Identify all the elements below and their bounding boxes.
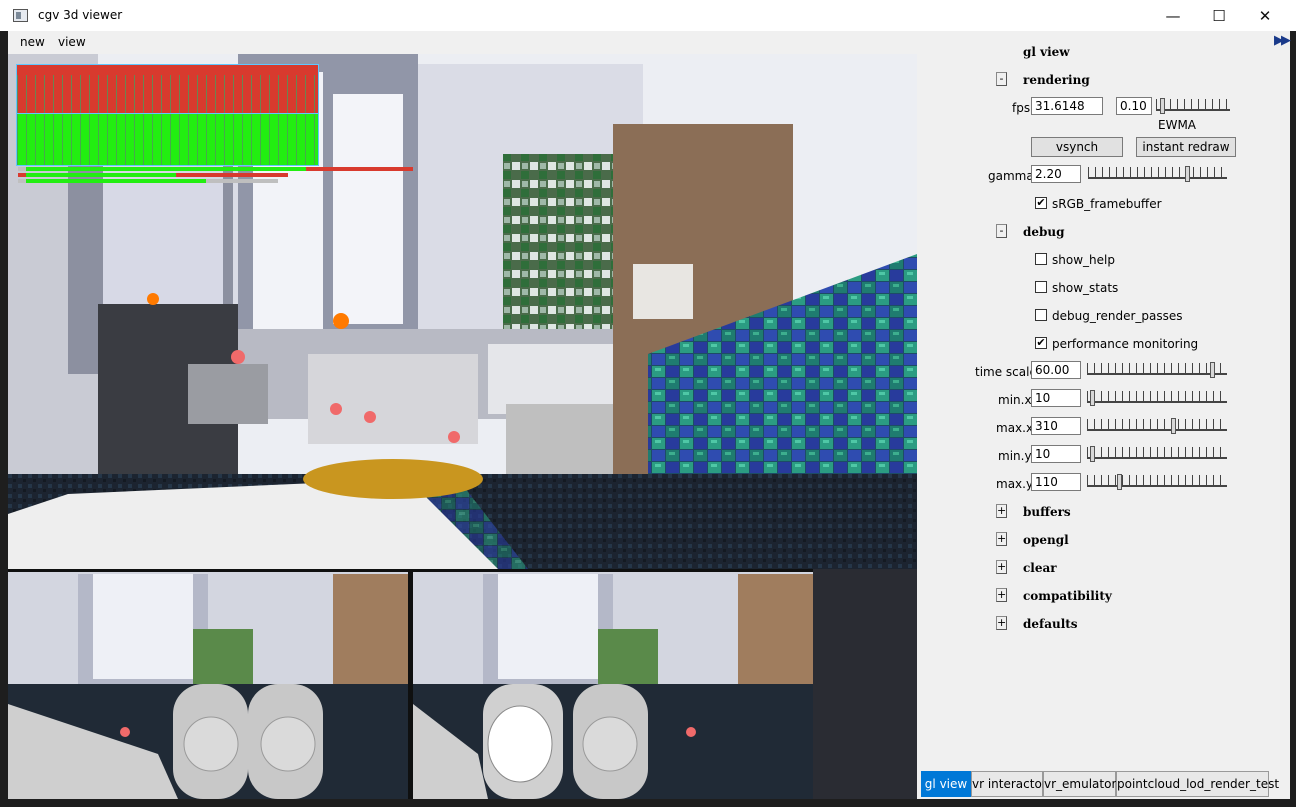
menu-bar: new view [8, 31, 1290, 54]
gl-viewport[interactable] [8, 54, 917, 799]
show-help-label: show_help [1052, 253, 1115, 267]
fps-label: fps [1012, 101, 1031, 115]
tab-pointcloud-lod-render-test[interactable]: pointcloud_lod_render_test [1116, 771, 1279, 797]
min-x-field[interactable]: 10 [1031, 389, 1081, 407]
rendering-collapse-toggle[interactable]: - [996, 72, 1007, 86]
perf-bar-3-green [26, 179, 206, 183]
defaults-group-label: defaults [1023, 617, 1078, 631]
ewma-slider-thumb[interactable] [1160, 98, 1165, 114]
show-stats-label: show_stats [1052, 281, 1119, 295]
max-x-slider[interactable] [1087, 416, 1227, 434]
panel-title-text: gl view [1023, 45, 1070, 59]
debug-collapse-toggle[interactable]: - [996, 224, 1007, 238]
ewma-label: EWMA [1158, 118, 1197, 132]
min-x-slider[interactable] [1087, 388, 1227, 406]
performance-monitor [16, 64, 319, 166]
compatibility-group-label: compatibility [1023, 589, 1112, 603]
gamma-slider[interactable] [1088, 164, 1227, 182]
tab-vr-emulator[interactable]: vr_emulator [1043, 771, 1116, 797]
tab-gl-view[interactable]: gl view [921, 771, 971, 797]
menu-view[interactable]: view [58, 35, 86, 49]
min-y-field[interactable]: 10 [1031, 445, 1081, 463]
window-title: cgv 3d viewer [38, 8, 123, 22]
gamma-label: gamma [988, 169, 1034, 183]
max-y-field[interactable]: 110 [1031, 473, 1081, 491]
min-y-slider[interactable] [1087, 444, 1227, 462]
defaults-expand-toggle[interactable]: + [996, 616, 1007, 630]
performance-monitoring-label: performance monitoring [1052, 337, 1199, 351]
min-y-label: min.y [998, 449, 1032, 463]
perf-spikes [17, 75, 318, 165]
close-icon: ✕ [1258, 6, 1272, 25]
menu-new[interactable]: new [20, 35, 45, 49]
title-bar: cgv 3d viewer — ☐ ✕ [0, 0, 1296, 31]
max-y-label: max.y [996, 477, 1034, 491]
debug-render-passes-checkbox[interactable] [1035, 309, 1047, 321]
debug-group-label: debug [1023, 225, 1065, 239]
perf-bar-2-green [26, 173, 176, 177]
rendering-group-label: rendering [1023, 73, 1090, 87]
srgb-framebuffer-label: sRGB_framebuffer [1052, 197, 1162, 211]
time-scale-slider[interactable] [1087, 360, 1227, 378]
max-y-slider-thumb[interactable] [1117, 474, 1122, 490]
buffers-expand-toggle[interactable]: + [996, 504, 1007, 518]
ewma-slider[interactable] [1156, 96, 1230, 114]
gl-view-panel: gl view - rendering fps 31.6148 0.10 EWM… [917, 45, 1290, 799]
maximize-icon: ☐ [1212, 6, 1226, 25]
perf-bar-1-green [26, 167, 306, 171]
buffers-group-label: buffers [1023, 505, 1071, 519]
gamma-field[interactable]: 2.20 [1031, 165, 1081, 183]
max-x-label: max.x [996, 421, 1034, 435]
perf-divider [17, 113, 318, 114]
performance-monitoring-checkbox[interactable]: ✔ [1035, 337, 1047, 349]
min-x-slider-thumb[interactable] [1090, 390, 1095, 406]
max-x-field[interactable]: 310 [1031, 417, 1081, 435]
clear-expand-toggle[interactable]: + [996, 560, 1007, 574]
gamma-slider-thumb[interactable] [1185, 166, 1190, 182]
maximize-button[interactable]: ☐ [1196, 0, 1242, 31]
tab-vr-interactor[interactable]: vr interactor [971, 771, 1047, 797]
time-scale-field[interactable]: 60.00 [1031, 361, 1081, 379]
app-icon [13, 9, 28, 22]
min-y-slider-thumb[interactable] [1090, 446, 1095, 462]
ewma-field[interactable]: 0.10 [1116, 97, 1152, 115]
min-x-label: min.x [998, 393, 1032, 407]
clear-group-label: clear [1023, 561, 1057, 575]
opengl-expand-toggle[interactable]: + [996, 532, 1007, 546]
show-stats-checkbox[interactable] [1035, 281, 1047, 293]
compatibility-expand-toggle[interactable]: + [996, 588, 1007, 602]
double-chevron-right-icon[interactable]: ▶▶ [1274, 33, 1291, 48]
opengl-group-label: opengl [1023, 533, 1069, 547]
vsynch-button[interactable]: vsynch [1031, 137, 1123, 157]
minimize-button[interactable]: — [1150, 0, 1196, 31]
instant-redraw-button[interactable]: instant redraw [1136, 137, 1236, 157]
max-x-slider-thumb[interactable] [1171, 418, 1176, 434]
show-help-checkbox[interactable] [1035, 253, 1047, 265]
close-button[interactable]: ✕ [1242, 0, 1288, 31]
time-scale-label: time scale [975, 365, 1037, 379]
perf-bar-1-red [306, 167, 413, 171]
time-scale-slider-thumb[interactable] [1210, 362, 1215, 378]
max-y-slider[interactable] [1087, 472, 1227, 490]
minimize-icon: — [1165, 6, 1181, 25]
app-window: cgv 3d viewer — ☐ ✕ new view ▶▶ gl view … [0, 0, 1296, 807]
srgb-framebuffer-checkbox[interactable]: ✔ [1035, 197, 1047, 209]
debug-render-passes-label: debug_render_passes [1052, 309, 1183, 323]
fps-field[interactable]: 31.6148 [1031, 97, 1103, 115]
